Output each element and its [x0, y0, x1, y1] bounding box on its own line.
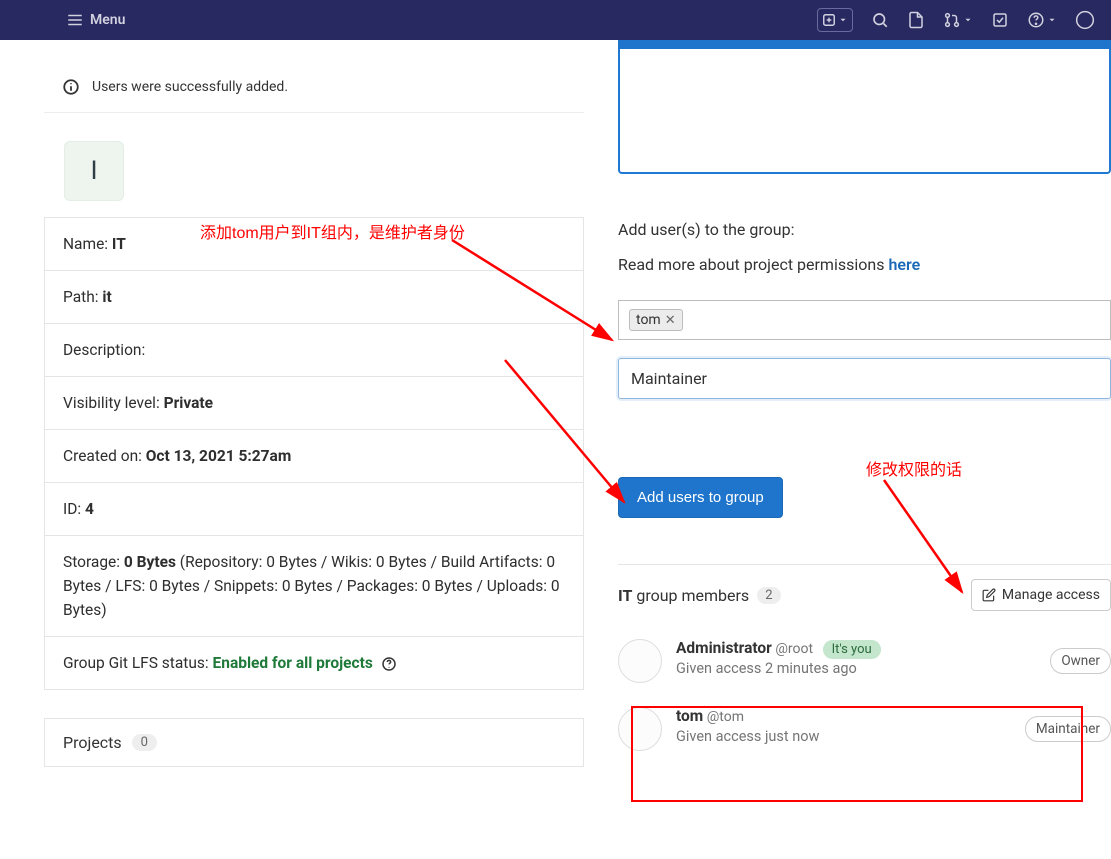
info-lfs: Group Git LFS status: Enabled for all pr… [45, 637, 583, 689]
merge-requests-dropdown[interactable] [943, 8, 973, 32]
menu-label: Menu [90, 12, 125, 28]
chevron-down-icon [963, 15, 973, 25]
member-access-meta: Given access just now [676, 728, 1011, 745]
menu-button[interactable]: Menu [66, 11, 125, 29]
member-row: tom @tom Given access just now Maintaine… [618, 697, 1111, 765]
projects-label: Projects [63, 733, 122, 752]
help-icon[interactable] [381, 656, 397, 672]
permissions-link[interactable]: here [888, 255, 920, 274]
info-created: Created on: Oct 13, 2021 5:27am [45, 430, 583, 483]
document-icon [907, 11, 925, 29]
chevron-down-icon [1047, 15, 1057, 25]
role-select[interactable]: Maintainer [618, 358, 1111, 399]
add-users-button[interactable]: Add users to group [618, 477, 783, 518]
new-dropdown[interactable] [817, 8, 853, 32]
permissions-text: Read more about project permissions here [618, 255, 1111, 274]
menu-icon [66, 11, 84, 29]
search-icon [871, 11, 889, 29]
merge-request-icon [943, 11, 961, 29]
members-header: IT group members 2 Manage access [618, 564, 1111, 629]
member-access-meta: Given access 2 minutes ago [676, 660, 1036, 677]
user-avatar[interactable] [1075, 8, 1095, 32]
edit-icon [982, 588, 996, 602]
info-icon [62, 78, 80, 96]
info-description: Description: [45, 324, 583, 377]
question-icon [1027, 11, 1045, 29]
group-info-list: Name: IT Path: it Description: Visibilit… [44, 217, 584, 690]
member-handle: @root [775, 641, 813, 657]
info-name: Name: IT [45, 218, 583, 271]
member-name: Administrator [676, 639, 772, 657]
role-pill[interactable]: Maintainer [1025, 716, 1111, 742]
members-count-badge: 2 [757, 587, 780, 604]
alert-text: Users were successfully added. [92, 79, 288, 95]
lfs-status: Enabled for all projects [213, 654, 373, 672]
projects-count: 0 [132, 734, 157, 751]
blue-accent-bar [618, 40, 1111, 49]
topbar: Menu [0, 0, 1111, 40]
help-dropdown[interactable] [1027, 8, 1057, 32]
avatar-row: I [44, 131, 584, 217]
issues-button[interactable] [907, 8, 925, 32]
add-users-heading: Add user(s) to the group: [618, 202, 1111, 255]
info-path: Path: it [45, 271, 583, 324]
user-token-input[interactable]: tom ✕ [618, 300, 1111, 340]
chevron-down-icon [838, 15, 848, 25]
success-alert: Users were successfully added. [44, 62, 584, 113]
info-visibility: Visibility level: Private [45, 377, 583, 430]
search-button[interactable] [871, 8, 889, 32]
you-badge: It's you [823, 640, 881, 659]
member-row: Administrator @root It's you Given acces… [618, 629, 1111, 697]
member-avatar [618, 707, 662, 751]
remove-token-icon[interactable]: ✕ [665, 313, 676, 328]
plus-icon [822, 13, 836, 27]
todos-button[interactable] [991, 8, 1009, 32]
user-token[interactable]: tom ✕ [629, 309, 683, 331]
blue-outlined-panel [618, 44, 1111, 174]
member-avatar [618, 639, 662, 683]
role-pill[interactable]: Owner [1050, 648, 1111, 674]
member-handle: @tom [707, 709, 744, 725]
info-storage: Storage: 0 Bytes (Repository: 0 Bytes / … [45, 536, 583, 637]
avatar-icon [1075, 9, 1095, 31]
manage-access-button[interactable]: Manage access [971, 579, 1111, 611]
checklist-icon [991, 11, 1009, 29]
left-column: Users were successfully added. I Name: I… [44, 40, 584, 767]
info-id: ID: 4 [45, 483, 583, 536]
question-icon [381, 656, 397, 672]
member-name: tom [676, 707, 703, 725]
group-avatar: I [64, 141, 124, 201]
right-column: Add user(s) to the group: Read more abou… [584, 40, 1111, 767]
projects-panel: Projects 0 [44, 718, 584, 767]
topbar-right [817, 8, 1101, 32]
